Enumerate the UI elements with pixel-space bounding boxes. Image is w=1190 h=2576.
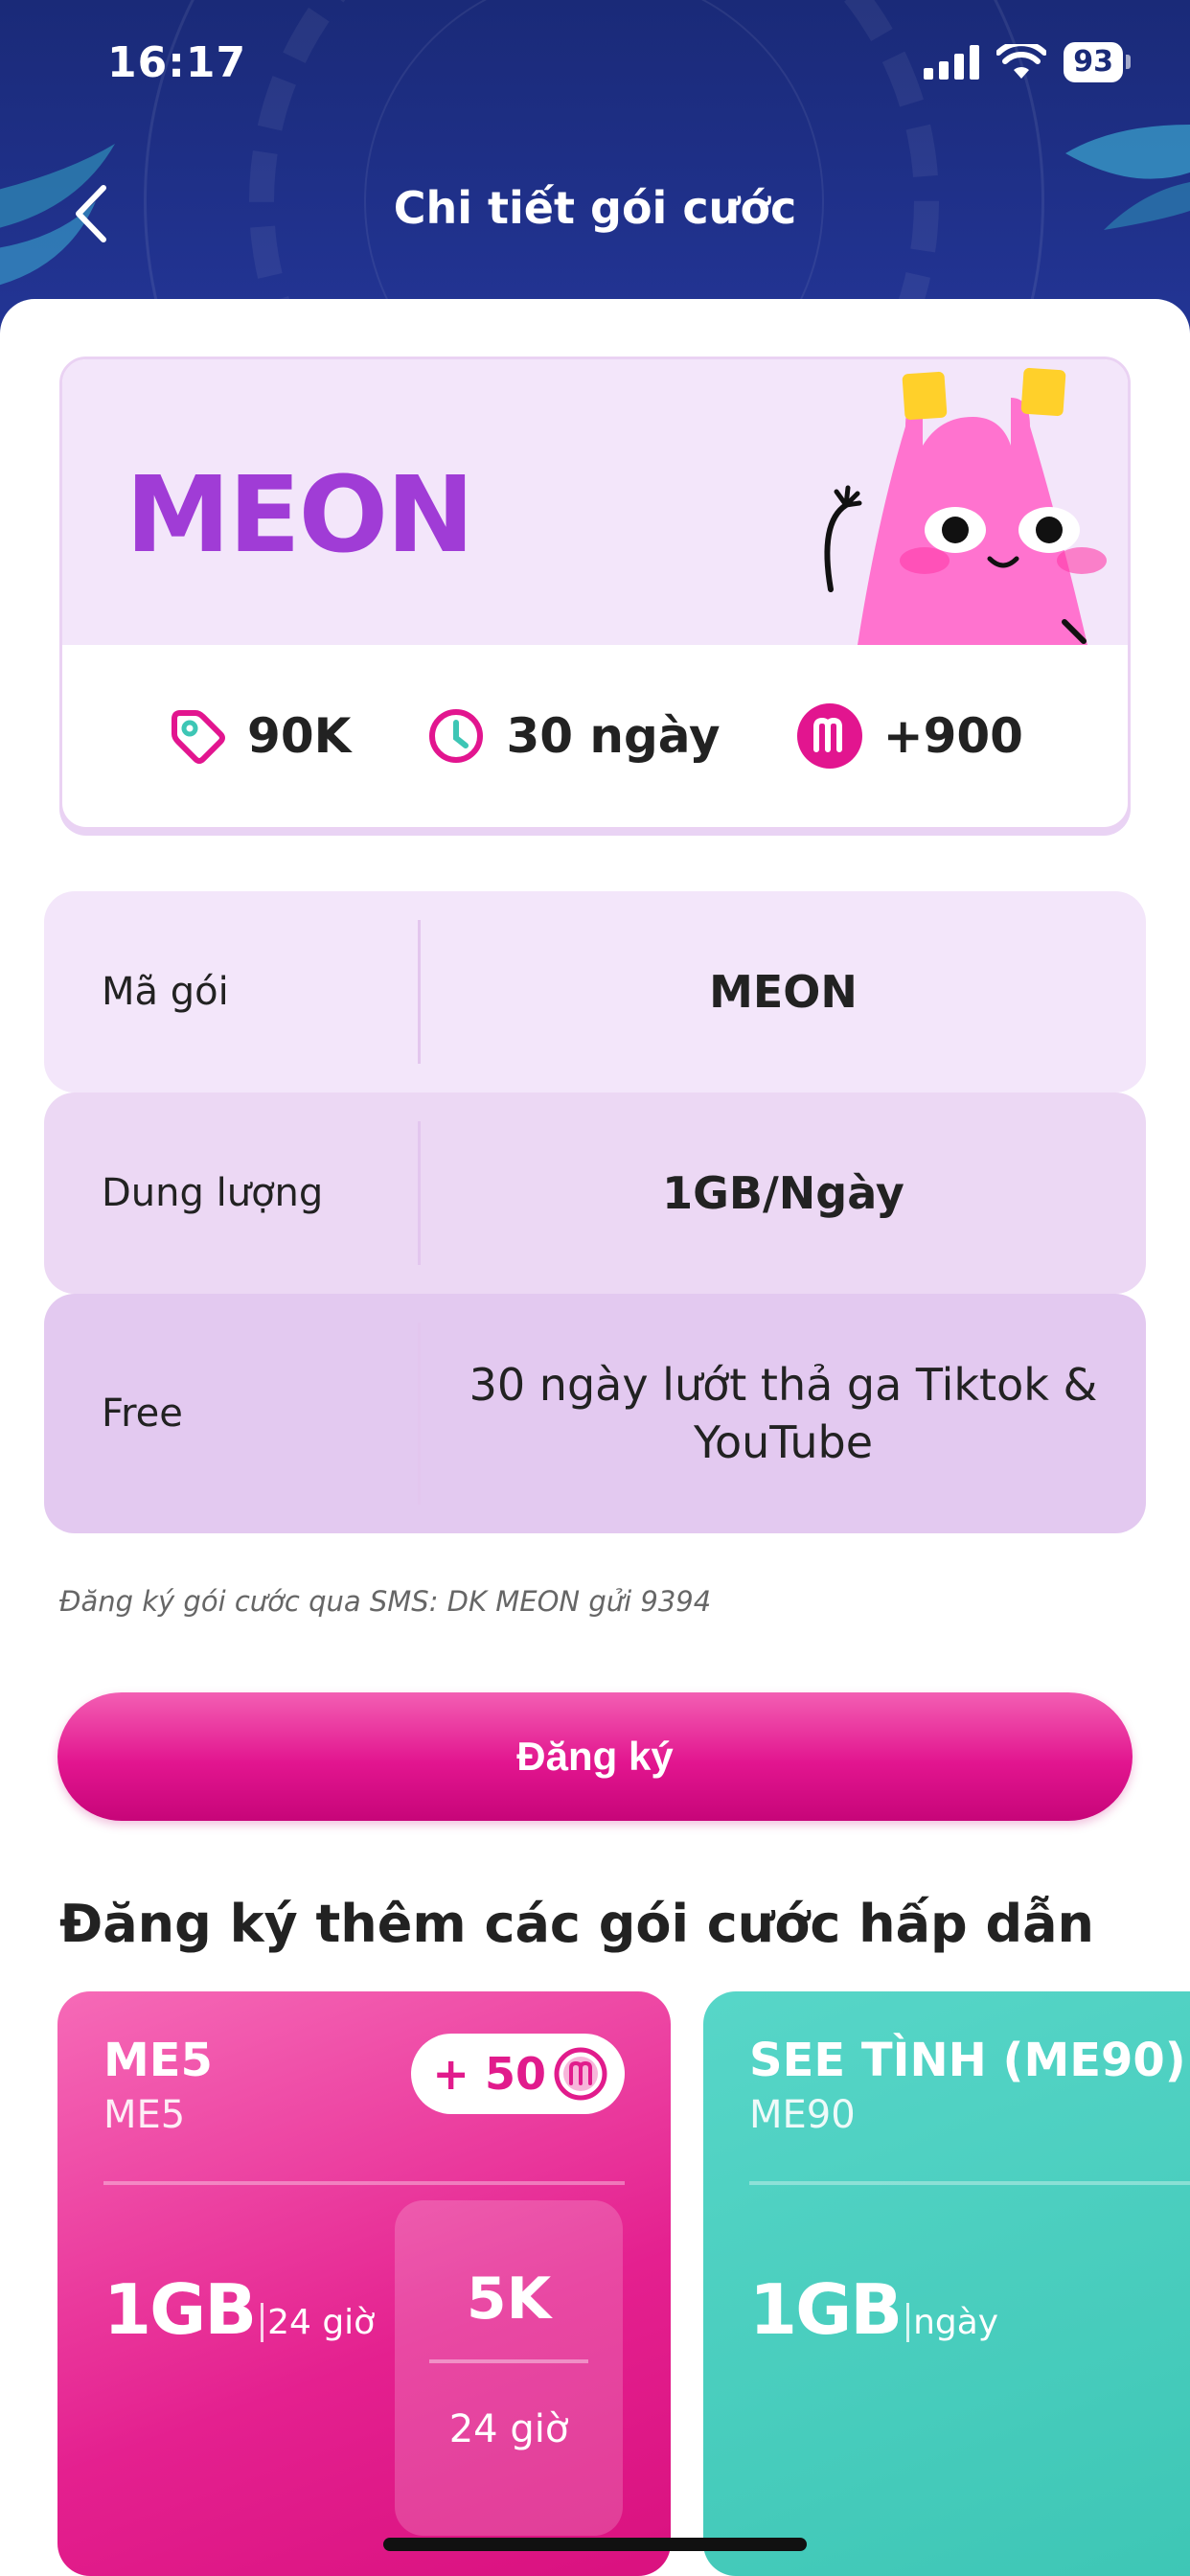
suggestion-card-me5[interactable]: ME5 ME5 + 50 1GB 24 giờ 5K 24 giờ bbox=[57, 1991, 671, 2576]
battery-indicator: 93 bbox=[1064, 42, 1131, 82]
detail-value: MEON bbox=[709, 966, 858, 1018]
content-sheet: MEON 90K 30 ngày +900 Mã gói MEON Dung l… bbox=[0, 299, 1190, 2576]
hero-banner: MEON bbox=[62, 359, 1128, 645]
suggestion-data: 1GB ngày bbox=[749, 2269, 999, 2350]
status-icons: 93 bbox=[924, 42, 1131, 82]
package-details-table: Mã gói MEON Dung lượng 1GB/Ngày Free 30 … bbox=[44, 891, 1146, 1533]
header: 16:17 93 Chi tiết gói cước bbox=[0, 0, 1190, 345]
suggestion-card-me90[interactable]: SEE TÌNH (ME90) ME90 1GB ngày bbox=[703, 1991, 1190, 2576]
duration-value: 30 ngày bbox=[506, 708, 721, 764]
wifi-icon bbox=[996, 44, 1047, 79]
detail-value: 1GB/Ngày bbox=[662, 1167, 904, 1219]
price-value: 90K bbox=[247, 708, 352, 764]
detail-label: Dung lượng bbox=[102, 1171, 324, 1215]
suggestion-name: SEE TÌNH (ME90) bbox=[749, 2034, 1186, 2087]
suggestion-data: 1GB 24 giờ bbox=[103, 2269, 376, 2350]
price-box: 5K 24 giờ bbox=[395, 2200, 623, 2536]
detail-row-code: Mã gói MEON bbox=[44, 891, 1146, 1092]
detail-label: Free bbox=[102, 1392, 183, 1436]
data-amount: 1GB bbox=[749, 2269, 903, 2350]
data-period: 24 giờ bbox=[261, 2303, 376, 2342]
duration-stat: 30 ngày bbox=[425, 705, 721, 767]
points-value: +900 bbox=[882, 708, 1023, 764]
bonus-points-value: + 50 bbox=[432, 2048, 546, 2100]
suggestion-price: 5K bbox=[466, 2266, 552, 2333]
data-amount: 1GB bbox=[103, 2269, 257, 2350]
mascot-illustration bbox=[824, 367, 1107, 645]
card-divider bbox=[749, 2181, 1190, 2185]
package-name: MEON bbox=[126, 453, 474, 576]
suggestion-period: 24 giờ bbox=[448, 2407, 569, 2451]
data-period: ngày bbox=[906, 2303, 999, 2342]
suggestion-code: ME5 bbox=[103, 2093, 186, 2137]
price-divider bbox=[429, 2359, 588, 2363]
points-stat: +900 bbox=[795, 702, 1023, 770]
detail-row-data: Dung lượng 1GB/Ngày bbox=[44, 1092, 1146, 1294]
register-button[interactable]: Đăng ký bbox=[57, 1692, 1133, 1821]
points-coin-icon bbox=[554, 2047, 607, 2101]
package-stats: 90K 30 ngày +900 bbox=[62, 645, 1128, 827]
suggestion-name: ME5 bbox=[103, 2034, 213, 2087]
home-indicator[interactable] bbox=[383, 2538, 807, 2551]
suggestion-code: ME90 bbox=[749, 2093, 856, 2137]
status-bar: 16:17 93 bbox=[0, 0, 1190, 134]
signal-icon bbox=[924, 45, 980, 80]
detail-label: Mã gói bbox=[102, 970, 229, 1014]
clock-icon bbox=[429, 709, 484, 763]
package-hero-card: MEON 90K 30 ngày +900 bbox=[59, 356, 1131, 830]
price-tag-icon bbox=[172, 710, 226, 764]
points-coin-icon bbox=[796, 703, 862, 769]
detail-value: 30 ngày lướt thả ga Tiktok & YouTube bbox=[469, 1359, 1098, 1468]
page-title: Chi tiết gói cước bbox=[393, 182, 797, 234]
card-divider bbox=[103, 2181, 625, 2185]
sms-instruction: Đăng ký gói cước qua SMS: DK MEON gửi 93… bbox=[59, 1585, 712, 1618]
status-time: 16:17 bbox=[107, 38, 247, 87]
section-title: Đăng ký thêm các gói cước hấp dẫn bbox=[59, 1894, 1094, 1954]
bonus-points-badge: + 50 bbox=[411, 2034, 625, 2114]
detail-row-free: Free 30 ngày lướt thả ga Tiktok & YouTub… bbox=[44, 1294, 1146, 1533]
price-stat: 90K bbox=[167, 705, 351, 767]
